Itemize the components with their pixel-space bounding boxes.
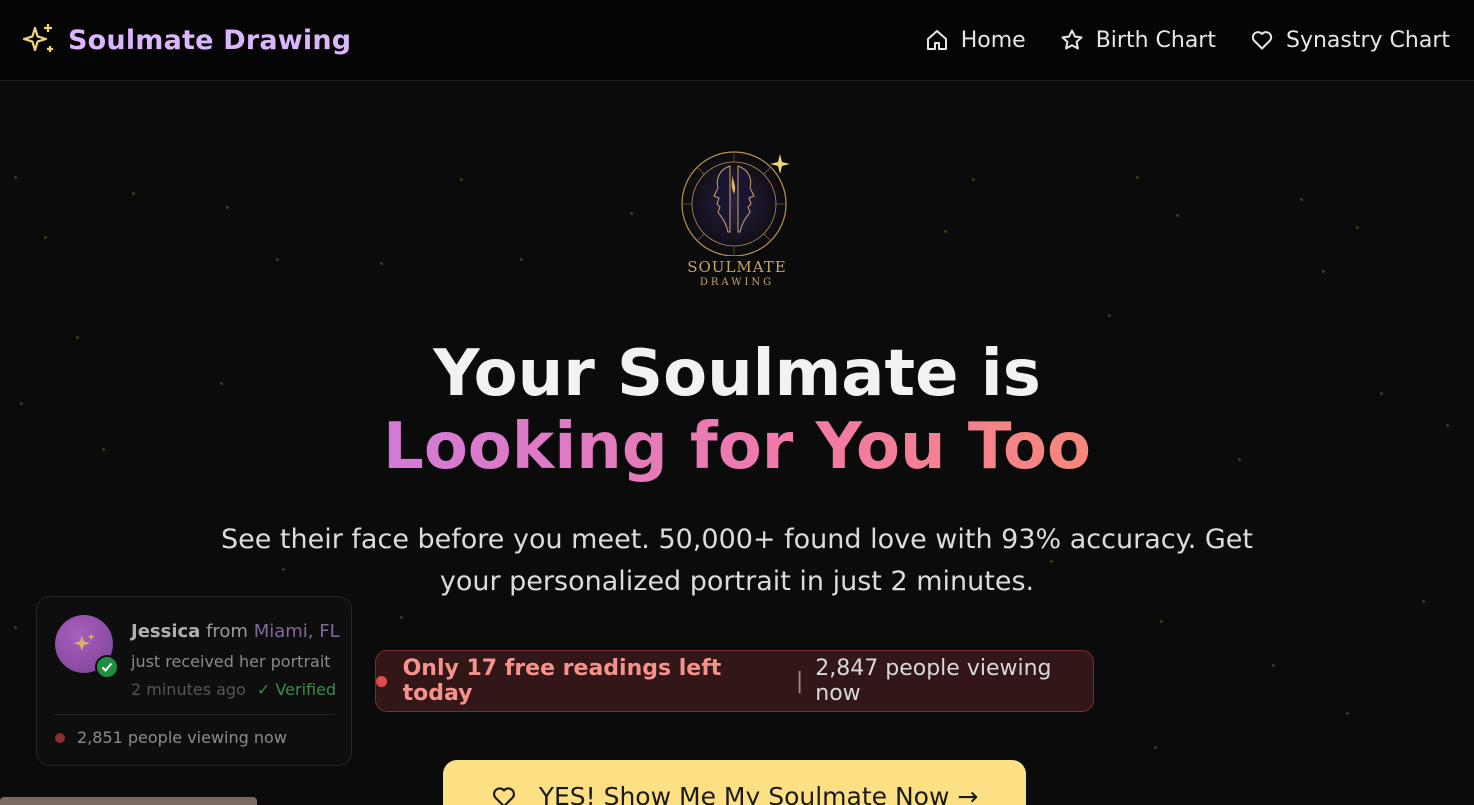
show-soulmate-button[interactable]: YES! Show Me My Soulmate Now → <box>443 760 1026 805</box>
star-dot <box>14 626 17 629</box>
check-icon <box>95 655 119 679</box>
star-dot <box>1422 600 1425 603</box>
nav-item-birth-chart[interactable]: Birth Chart <box>1060 28 1216 53</box>
people-viewing-text: 2,847 people viewing now <box>815 656 1052 706</box>
hero-subtitle: See their face before you meet. 50,000+ … <box>220 524 1254 597</box>
star-dot <box>520 258 523 261</box>
star-dot <box>44 236 47 239</box>
zodiac-faces-emblem <box>681 151 790 257</box>
toast-viewers: 2,851 people viewing now <box>55 728 287 747</box>
star-dot <box>1322 270 1325 273</box>
toast-viewing-count: 2,851 people viewing now <box>77 728 287 747</box>
star-dot <box>630 212 633 215</box>
star-dot <box>1108 314 1111 317</box>
toast-headline: Jessica from Miami, FL <box>131 621 340 642</box>
nav-item-synastry-chart[interactable]: Synastry Chart <box>1250 28 1450 53</box>
social-proof-toast: Jessica from Miami, FL just received her… <box>36 596 352 766</box>
home-icon <box>926 30 947 50</box>
toast-message: just received her portrait <box>131 652 331 671</box>
star-dot <box>1160 620 1163 623</box>
bottom-bar-edge <box>0 797 257 805</box>
toast-timestamp: 2 minutes ago <box>131 680 246 699</box>
hero-headline-line1: Your Soulmate is <box>433 337 1041 411</box>
star-dot <box>276 258 279 261</box>
star-dot <box>132 192 135 195</box>
heart-icon <box>492 787 515 805</box>
star-dot <box>1136 176 1139 179</box>
nav-label-home: Home <box>960 27 1026 53</box>
logo-wordmark: SOULMATE <box>687 258 787 276</box>
toast-customer-name: Jessica <box>131 621 201 642</box>
star-dot <box>944 230 947 233</box>
star-dot <box>1346 712 1349 715</box>
urgency-banner: Only 17 free readings left today | 2,847… <box>375 650 1094 712</box>
top-navigation-bar: Soulmate Drawing Home Birth Chart Synast… <box>0 0 1474 81</box>
star-icon <box>1061 29 1083 50</box>
sparkles-icon <box>22 24 53 52</box>
star-dot <box>972 178 975 181</box>
logo-subwordmark: DRAWING <box>699 277 775 288</box>
verified-badge: ✓ Verified <box>256 680 337 699</box>
brand-link[interactable]: Soulmate Drawing <box>20 22 351 58</box>
star-dot <box>400 616 403 619</box>
toast-from-text: from <box>206 621 248 642</box>
nav-label-birth-chart: Birth Chart <box>1095 27 1216 53</box>
star-dot <box>1272 664 1275 667</box>
toast-divider <box>55 714 335 715</box>
main-nav: Home Birth Chart Synastry Chart <box>925 28 1450 53</box>
star-dot <box>460 178 463 181</box>
soulmate-drawing-logo: SOULMATE DRAWING <box>672 146 802 296</box>
urgency-separator: | <box>795 668 804 694</box>
star-dot <box>380 262 383 265</box>
heart-icon <box>1251 31 1273 50</box>
star-dot <box>1176 214 1179 217</box>
star-dot <box>1154 746 1157 749</box>
toast-location: Miami, FL <box>253 621 340 642</box>
live-indicator-dot <box>376 675 387 687</box>
star-dot <box>14 176 17 179</box>
show-soulmate-button-label: YES! Show Me My Soulmate Now → <box>538 782 979 805</box>
nav-item-home[interactable]: Home <box>925 28 1026 53</box>
live-indicator-dot <box>55 732 65 743</box>
hero-headline: Your Soulmate is Looking for You Too <box>0 338 1474 484</box>
star-dot <box>1300 198 1303 201</box>
brand-name: Soulmate Drawing <box>68 24 352 56</box>
star-dot <box>1356 226 1359 229</box>
star-dot <box>226 206 229 209</box>
toast-meta: 2 minutes ago ✓ Verified <box>131 680 336 699</box>
nav-label-synastry-chart: Synastry Chart <box>1285 27 1450 53</box>
free-readings-left-text: Only 17 free readings left today <box>402 656 722 706</box>
hero-headline-line2: Looking for You Too <box>0 411 1474 484</box>
sparkles-icon <box>73 633 95 652</box>
